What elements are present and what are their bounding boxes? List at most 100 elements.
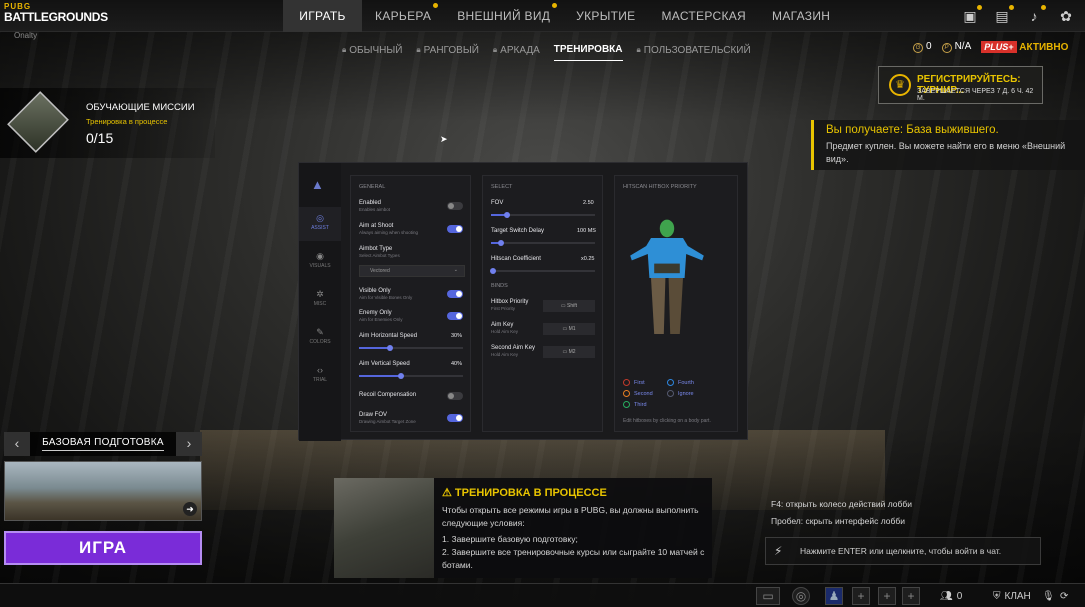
- legend-dot: [667, 390, 674, 397]
- mode-ranked[interactable]: 🔒︎ РАНГОВЫЙ: [416, 44, 479, 61]
- map-preview[interactable]: ➜: [4, 461, 202, 521]
- sound-button[interactable]: ⟳: [1060, 587, 1068, 605]
- aim-h-speed-slider[interactable]: [359, 345, 463, 351]
- warning-icon: ⚠: [442, 487, 455, 499]
- aim-key-bind[interactable]: ▭ M1: [543, 323, 595, 335]
- plus-icon: +: [902, 587, 920, 605]
- chat-toggle-button[interactable]: ▭: [756, 587, 780, 605]
- coin-balance[interactable]: G0: [913, 41, 932, 53]
- slider-knob[interactable]: [498, 240, 505, 246]
- training-line: 2. Завершите все тренировочные курсы или…: [442, 547, 705, 570]
- aim-v-speed-slider[interactable]: [359, 373, 463, 379]
- tab-career[interactable]: КАРЬЕРА: [362, 0, 444, 32]
- tab-workshop[interactable]: МАСТЕРСКАЯ: [648, 0, 759, 32]
- play-button[interactable]: ИГРА: [4, 531, 202, 565]
- slider-knob[interactable]: [397, 373, 404, 379]
- chevron-right-icon[interactable]: ›: [176, 432, 202, 456]
- option-enemy-only: Enemy Only Aim for Enemies Only: [359, 310, 403, 322]
- chevron-left-icon[interactable]: ‹: [4, 432, 30, 456]
- trophy-icon: ♛: [889, 74, 911, 96]
- bell-icon[interactable]: ♪: [1025, 5, 1046, 25]
- legend-dot: [623, 401, 630, 408]
- notification-dot: [433, 3, 439, 8]
- recoil-toggle[interactable]: [447, 392, 463, 400]
- enemy-only-toggle[interactable]: [447, 312, 463, 320]
- slider-knob[interactable]: [503, 212, 510, 218]
- hitscan-slider[interactable]: [490, 268, 595, 274]
- hitbox-right-leg[interactable]: [668, 278, 683, 334]
- sidebar-item-colors[interactable]: ✎ COLORS: [299, 321, 341, 355]
- hitbox-priority-bind[interactable]: ▭ Shift: [543, 300, 595, 312]
- option-name: Aimbot Type: [359, 246, 393, 252]
- slider-fill: [359, 347, 391, 349]
- legend-second: Second: [623, 390, 653, 397]
- plus-status[interactable]: PLUS+ АКТИВНО: [981, 40, 1069, 53]
- option-desc: Select Aimbot Types: [359, 253, 400, 258]
- visible-only-toggle[interactable]: [447, 290, 463, 298]
- legend-label: Ignore: [678, 390, 694, 397]
- chat-hint-line: Пробел: скрыть интерфейс лобби: [771, 516, 905, 526]
- mode-arcade[interactable]: 🔒︎ АРКАДА: [493, 44, 540, 61]
- legend-first: First: [623, 379, 645, 386]
- tab-hideout[interactable]: УКРЫТИЕ: [563, 0, 648, 32]
- character-hitbox-model[interactable]: [627, 198, 707, 358]
- invite-slot-2[interactable]: +: [878, 587, 896, 605]
- option-aimbot-type: Aimbot Type Select Aimbot Types: [359, 246, 400, 258]
- slider-knob[interactable]: [490, 268, 497, 274]
- mic-button[interactable]: 🎙︎: [1042, 587, 1055, 605]
- squad-member-avatar[interactable]: ♟: [825, 587, 843, 605]
- hitbox-head[interactable]: [659, 219, 675, 238]
- emblem-button[interactable]: ◎: [792, 587, 810, 605]
- tab-store[interactable]: МАГАЗИН: [759, 0, 843, 32]
- arrow-right-icon[interactable]: ➜: [183, 502, 197, 516]
- option-name: Aim Horizontal Speed: [359, 333, 418, 339]
- mode-nav: 🔒︎ ОБЫЧНЫЙ 🔒︎ РАНГОВЫЙ 🔒︎ АРКАДА ТРЕНИРОВКА…: [342, 44, 751, 61]
- fov-slider[interactable]: [491, 212, 595, 218]
- gear-icon[interactable]: ✿: [1057, 7, 1075, 25]
- tournament-banner[interactable]: ♛ РЕГИСТРИРУЙТЕСЬ: ТУРНИР... ЗАВЕРШАЕТСЯ…: [878, 66, 1043, 104]
- option-name: Draw FOV: [359, 412, 388, 418]
- general-title: GENERAL: [359, 184, 386, 190]
- sidebar-item-misc[interactable]: ✲ MISC: [299, 283, 341, 317]
- option-name: Hitscan Coefficient: [491, 256, 541, 262]
- general-section: GENERAL Enabled Enables aimbot Aim at Sho…: [350, 175, 471, 432]
- clan-label: КЛАН: [1004, 590, 1031, 602]
- friends-button[interactable]: 👥︎ 0: [940, 587, 962, 605]
- mode-normal[interactable]: 🔒︎ ОБЫЧНЫЙ: [342, 44, 402, 61]
- hitscan-title: HITSCAN HITBOX PRIORITY: [623, 184, 697, 190]
- switch-delay-slider[interactable]: [491, 240, 595, 246]
- option-name: Hitbox Priority: [491, 299, 529, 305]
- training-missions[interactable]: ОБУЧАЮЩИЕ МИССИИ Тренировка в процессе 0…: [0, 88, 215, 158]
- mail-icon[interactable]: ▤: [993, 5, 1014, 25]
- sidebar-item-assist[interactable]: ◎ ASSIST: [299, 207, 341, 241]
- store-icon[interactable]: ▣: [961, 5, 982, 25]
- aimbot-type-select[interactable]: Vectored ⌄: [359, 265, 465, 277]
- mode-training[interactable]: ТРЕНИРОВКА: [553, 44, 623, 61]
- enabled-toggle[interactable]: [447, 202, 463, 210]
- draw-fov-toggle[interactable]: [447, 414, 463, 422]
- tab-appearance[interactable]: ВНЕШНИЙ ВИД: [444, 0, 563, 32]
- slider-knob[interactable]: [387, 345, 394, 351]
- sidebar-item-trial[interactable]: ‹› TRIAL: [299, 359, 341, 393]
- invite-slot-1[interactable]: +: [852, 587, 870, 605]
- hitbox-left-leg[interactable]: [651, 278, 666, 334]
- option-desc: Hold Aim Key: [491, 329, 519, 334]
- aim-at-shoot-toggle[interactable]: [447, 225, 463, 233]
- plus-status-label: АКТИВНО: [1019, 41, 1069, 53]
- bind-key: Shift: [567, 303, 578, 309]
- bind-key: M2: [568, 349, 576, 355]
- option-name: Aim Vertical Speed: [359, 361, 410, 367]
- mode-custom[interactable]: 🔒︎ ПОЛЬЗОВАТЕЛЬСКИЙ: [637, 44, 751, 61]
- player-name: Onalty: [14, 31, 38, 40]
- option-name: Recoil Compensation: [359, 392, 417, 398]
- option-desc: Aim for Visible Bones Only: [359, 295, 413, 300]
- second-aim-key-bind[interactable]: ▭ M2: [543, 346, 595, 358]
- gear-icon: ✲: [316, 289, 324, 299]
- bp-balance[interactable]: P N/A: [941, 41, 971, 53]
- sidebar-item-visuals[interactable]: ◉ VISUALS: [299, 245, 341, 279]
- chat-input[interactable]: ⚡︎ Нажмите ENTER или щелкните, чтобы вой…: [765, 537, 1041, 565]
- invite-slot-3[interactable]: +: [902, 587, 920, 605]
- clan-button[interactable]: ⛨ КЛАН: [993, 587, 1031, 605]
- lightning-icon[interactable]: ⚡︎: [774, 544, 782, 558]
- tab-play[interactable]: ИГРАТЬ: [283, 0, 362, 32]
